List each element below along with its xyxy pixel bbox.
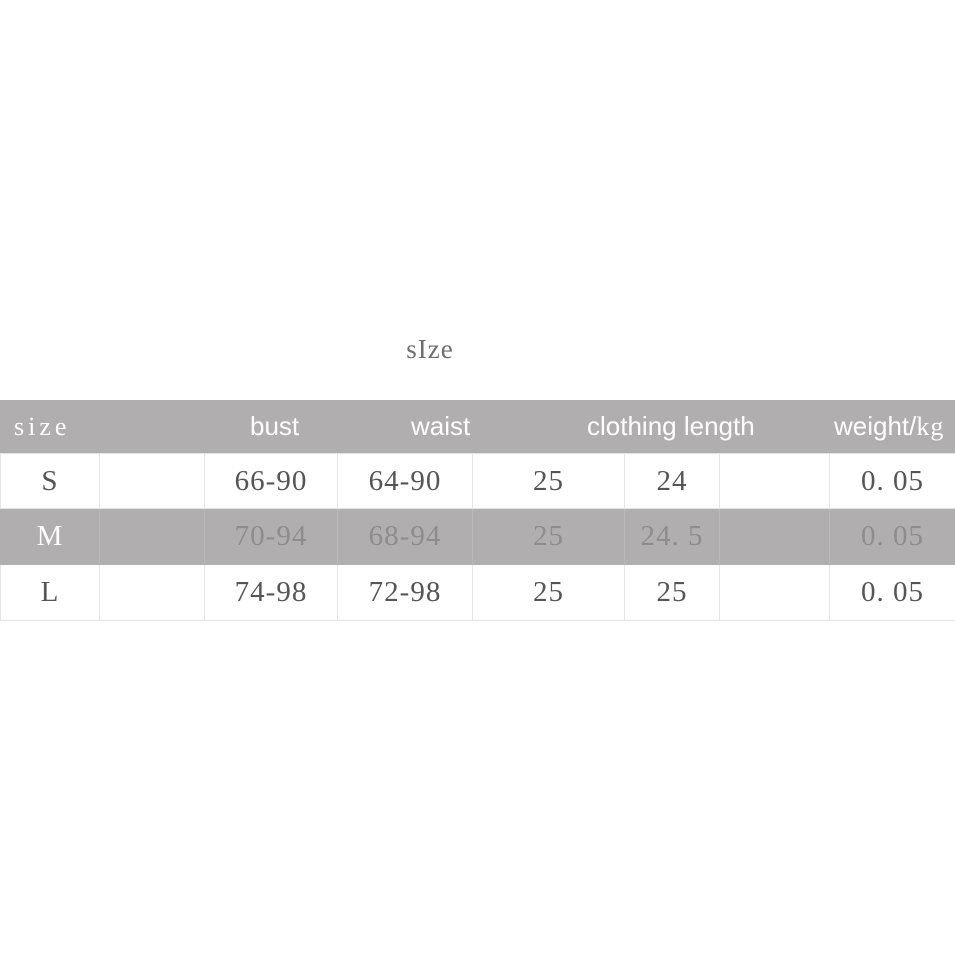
column-header-bust: bust (250, 411, 300, 441)
column-header-weight-unit: kg (916, 411, 945, 441)
cell-spacer-b (720, 565, 830, 620)
size-chart-sheet: sIze size bust waist clothing length wei… (0, 0, 955, 955)
cell-spacer-a (100, 565, 205, 620)
cell-spacer-a (100, 509, 205, 564)
cell-size: S (0, 454, 100, 508)
cell-weight: 0. 05 (861, 520, 924, 552)
table-row: M 70-94 68-94 25 24. 5 0. 05 (0, 509, 955, 565)
cell-waist: 68-94 (338, 509, 473, 564)
table-row: S 66-90 64-90 25 24 0. 05 (0, 453, 955, 509)
size-table: size bust waist clothing length weight/k… (0, 400, 955, 621)
cell-size: L (0, 565, 100, 620)
cell-clothing-length-a: 25 (473, 509, 625, 564)
cell-spacer-b (720, 454, 830, 508)
cell-bust: 70-94 (205, 509, 338, 564)
cell-bust: 74-98 (205, 565, 338, 620)
cell-clothing-length-b: 24. 5 (625, 509, 720, 564)
table-row: L 74-98 72-98 25 25 0. 05 (0, 565, 955, 621)
column-header-clothing-length: clothing length (587, 411, 755, 441)
cell-spacer-b (720, 509, 830, 564)
cell-waist: 72-98 (338, 565, 473, 620)
column-header-weight: weight/kg (834, 400, 944, 453)
cell-clothing-length-a: 25 (473, 454, 625, 508)
cell-weight: 0. 05 (861, 576, 924, 608)
column-header-waist: waist (411, 411, 471, 441)
cell-bust: 66-90 (205, 454, 338, 508)
page-title: sIze (406, 334, 454, 364)
cell-weight: 0. 05 (861, 464, 924, 497)
column-header-size: size (14, 411, 71, 441)
cell-clothing-length-b: 25 (625, 565, 720, 620)
table-header-row: size bust waist clothing length weight/k… (0, 400, 955, 453)
cell-waist: 64-90 (338, 454, 473, 508)
cell-size: M (0, 509, 100, 564)
cell-spacer-a (100, 454, 205, 508)
cell-clothing-length-b: 24 (625, 454, 720, 508)
cell-clothing-length-a: 25 (473, 565, 625, 620)
column-header-weight-label: weight/ (834, 411, 917, 441)
